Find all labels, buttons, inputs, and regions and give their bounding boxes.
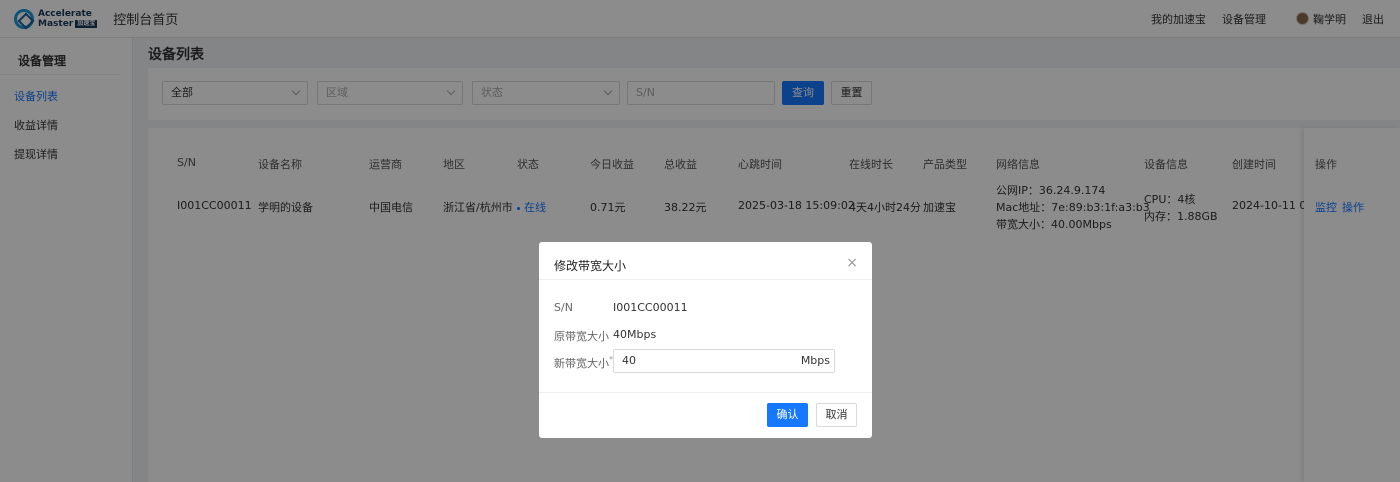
orig-bandwidth-label: 原带宽大小: [554, 330, 609, 343]
close-icon[interactable]: ×: [846, 255, 858, 271]
new-bandwidth-label-text: 新带宽大小: [554, 357, 609, 370]
modal-footer: 确认 取消: [539, 392, 872, 438]
sn-label: S/N: [554, 301, 573, 314]
modal-title: 修改带宽大小: [554, 259, 627, 273]
bandwidth-unit-suffix: Mbps: [800, 354, 830, 367]
orig-bandwidth-value: 40Mbps: [613, 328, 657, 341]
new-bandwidth-value: 40: [622, 354, 636, 367]
sn-value: I001CC00011: [613, 301, 688, 314]
confirm-button[interactable]: 确认: [767, 403, 808, 427]
cancel-button[interactable]: 取消: [816, 403, 857, 427]
edit-bandwidth-modal: 修改带宽大小 × S/N I001CC00011 原带宽大小 40Mbps 新带…: [539, 242, 872, 438]
modal-header: 修改带宽大小 ×: [539, 242, 872, 280]
new-bandwidth-label: 新带宽大小*: [554, 355, 613, 371]
new-bandwidth-input[interactable]: 40 Mbps: [613, 349, 835, 373]
